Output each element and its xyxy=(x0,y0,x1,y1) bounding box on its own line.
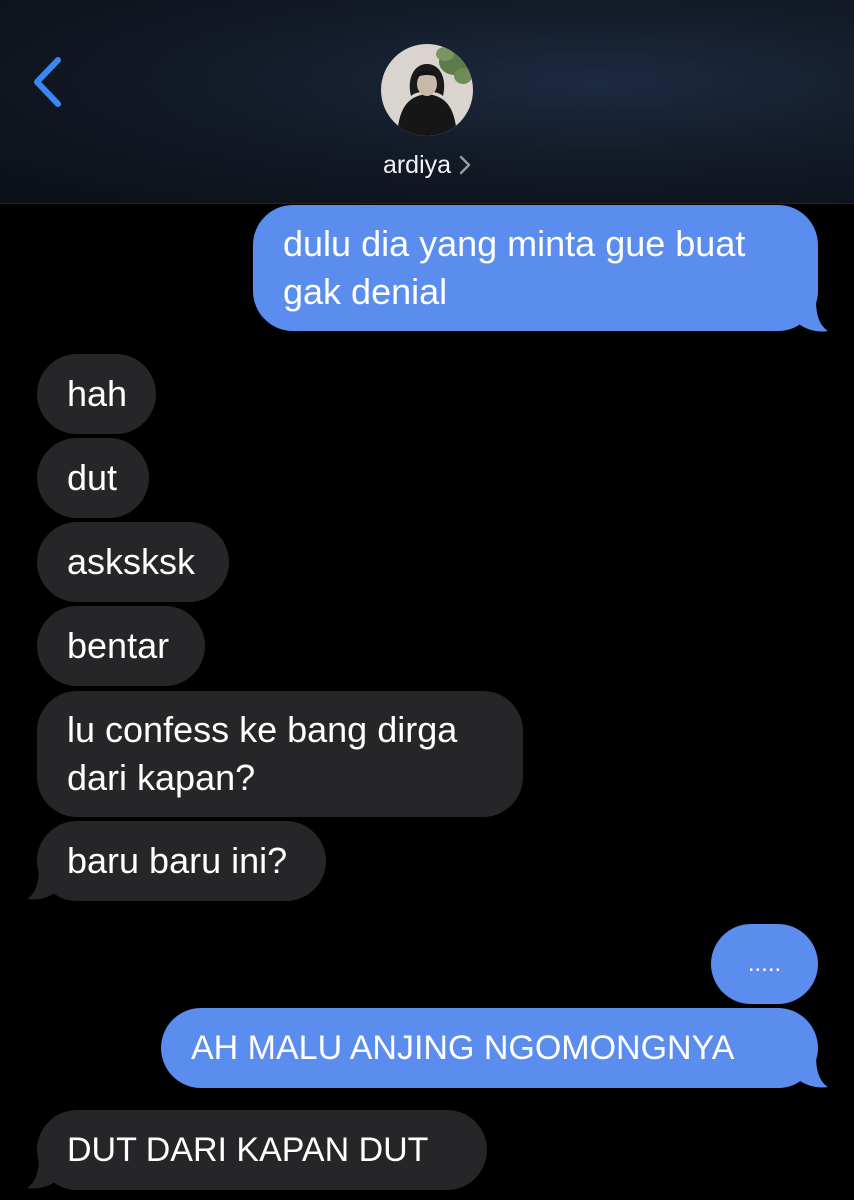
message-text: DUT DARI KAPAN DUT xyxy=(67,1131,429,1169)
chevron-right-icon xyxy=(459,155,471,175)
contact-avatar[interactable] xyxy=(381,44,473,136)
message-text: asksksk xyxy=(67,541,196,582)
bubble-tail xyxy=(790,300,828,332)
contact-name: ardiya xyxy=(382,150,452,179)
message-text: ..... xyxy=(747,950,782,977)
message-text: baru baru ini? xyxy=(67,840,288,881)
bubble-tail xyxy=(27,1157,65,1189)
message-bubble-sent[interactable]: ..... xyxy=(711,924,818,1004)
message-bubble-sent[interactable]: AH MALU ANJING NGOMONGNYA xyxy=(161,1008,818,1088)
message-bubble-received[interactable]: baru baru ini? xyxy=(37,821,326,901)
back-button[interactable] xyxy=(22,52,72,112)
bubble-tail xyxy=(27,868,65,900)
message-bubble-received[interactable]: DUT DARI KAPAN DUT xyxy=(37,1110,487,1190)
conversation-header: ardiya xyxy=(0,0,854,204)
message-text: AH MALU ANJING NGOMONGNYA xyxy=(191,1029,735,1067)
message-text: dut xyxy=(67,457,118,498)
message-text: bentar xyxy=(67,625,170,666)
message-bubble-received[interactable]: dut xyxy=(37,438,149,518)
message-bubble-received[interactable]: bentar xyxy=(37,606,205,686)
message-bubble-received[interactable]: hah xyxy=(37,354,156,434)
chevron-left-icon xyxy=(34,57,61,107)
message-text: lu confess ke bang dirga dari kapan? xyxy=(67,709,458,798)
message-text: dulu dia yang minta gue buat gak denial xyxy=(283,223,746,312)
message-bubble-received[interactable]: lu confess ke bang dirga dari kapan? xyxy=(37,691,523,817)
bubble-tail xyxy=(790,1056,828,1088)
message-text: hah xyxy=(67,373,128,414)
message-bubble-sent[interactable]: dulu dia yang minta gue buat gak denial xyxy=(253,205,818,331)
contact-name-button[interactable]: ardiya xyxy=(0,148,854,182)
message-bubble-received[interactable]: asksksk xyxy=(37,522,229,602)
avatar-photo xyxy=(381,44,473,136)
